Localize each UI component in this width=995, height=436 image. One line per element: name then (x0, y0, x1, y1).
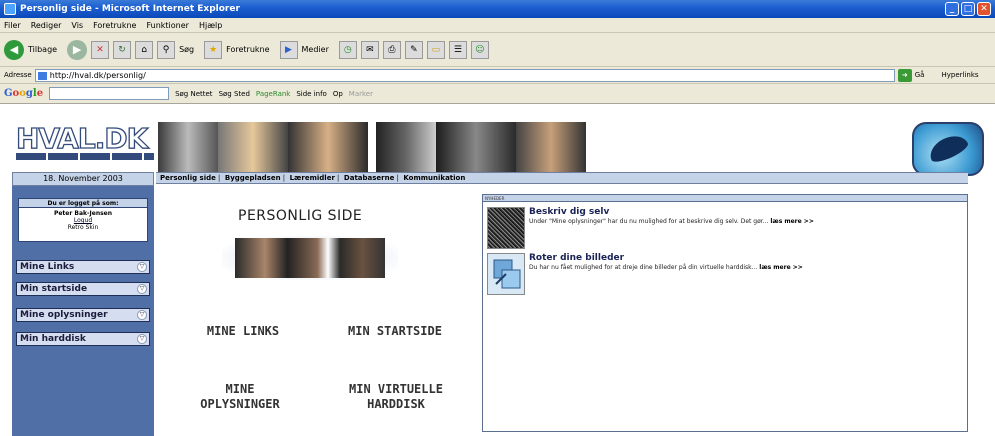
sidebar-item-label: Min startside (20, 284, 88, 294)
news-header: NYHEDER (483, 195, 967, 202)
read-more-link[interactable]: læs mere >> (770, 218, 814, 225)
go-button[interactable]: ➜ (897, 68, 912, 82)
header-photo (222, 236, 398, 280)
read-more-link[interactable]: læs mere >> (759, 264, 803, 271)
news-item: Roter dine billeder Du har nu fået mulig… (485, 253, 965, 297)
web-page: HVAL.DK 18. November 2003 Personlig side… (0, 104, 995, 436)
menu-file[interactable]: Filer (4, 18, 21, 32)
google-logo[interactable]: Google (4, 88, 43, 99)
google-toolbar: Google Søg Nettet Søg Sted PageRank Side… (0, 84, 995, 104)
current-date: 18. November 2003 (12, 172, 154, 186)
close-button[interactable]: ✕ (977, 2, 991, 16)
go-label[interactable]: Gå (915, 71, 925, 79)
back-button-label[interactable]: Tilbage (28, 45, 57, 54)
menu-favorites[interactable]: Foretrukne (93, 18, 136, 32)
favorites-star-icon[interactable]: ★ (204, 40, 223, 59)
chevron-down-icon[interactable]: ▽ (137, 334, 147, 344)
chevron-down-icon[interactable]: ▽ (137, 284, 147, 294)
standard-toolbar: ◀ Tilbage ▶ ✕ ↻ ⌂ ⚲ Søg ★ Foretrukne ▶ M… (0, 33, 995, 67)
highlight-button[interactable]: Marker (349, 90, 373, 98)
sidebar-item-min-harddisk[interactable]: Min harddisk ▽ (16, 332, 150, 346)
search-icon[interactable]: ⚲ (157, 40, 176, 59)
maximize-button[interactable]: □ (961, 2, 975, 16)
news-title[interactable]: Beskriv dig selv (529, 207, 609, 217)
logo-subtitle-strip (16, 153, 154, 160)
left-sidebar: Du er logget på som: Peter Bak-Jensen Lo… (12, 186, 154, 436)
window-title: Personlig side - Microsoft Internet Expl… (20, 4, 240, 14)
news-item: Beskriv dig selv Under "Mine oplysninger… (485, 207, 965, 251)
logout-link[interactable]: Logud (19, 217, 147, 224)
sidebar-item-label: Mine Links (20, 262, 75, 272)
discuss-icon[interactable]: ☰ (448, 40, 467, 59)
login-box: Du er logget på som: Peter Bak-Jensen Lo… (18, 198, 148, 242)
mine-links-link[interactable]: MINE LINKS (188, 324, 298, 339)
media-button-label[interactable]: Medier (302, 45, 329, 54)
min-startside-link[interactable]: MIN STARTSIDE (330, 324, 460, 339)
site-logo[interactable]: HVAL.DK (15, 121, 149, 155)
news-description: Under "Mine oplysninger" har du nu mulig… (529, 218, 814, 225)
menu-tools[interactable]: Funktioner (146, 18, 188, 32)
stop-icon[interactable]: ✕ (91, 40, 110, 59)
google-search-input[interactable] (49, 87, 170, 100)
mail-icon[interactable]: ✉ (360, 40, 379, 59)
menu-edit[interactable]: Rediger (31, 18, 62, 32)
folder-icon[interactable]: ▭ (426, 40, 445, 59)
news-title[interactable]: Roter dine billeder (529, 253, 624, 263)
chevron-down-icon[interactable]: ▽ (137, 310, 147, 320)
sidebar-item-min-startside[interactable]: Min startside ▽ (16, 282, 150, 296)
news-panel: NYHEDER Beskriv dig selv Under "Mine opl… (482, 194, 968, 432)
menu-help[interactable]: Hjælp (199, 18, 222, 32)
sidebar-item-label: Min harddisk (20, 334, 86, 344)
header-photo-strip (158, 122, 586, 172)
sidebar-item-mine-oplysninger[interactable]: Mine oplysninger ▽ (16, 308, 150, 322)
minimize-button[interactable]: _ (945, 2, 959, 16)
address-bar: Adresse http://hval.dk/personlig/ ➜ Gå H… (0, 67, 995, 84)
refresh-icon[interactable]: ↻ (113, 40, 132, 59)
pagerank-indicator[interactable]: PageRank (256, 90, 290, 98)
news-thumbnail[interactable] (487, 207, 525, 249)
up-button[interactable]: Op (333, 90, 343, 98)
address-label: Adresse (4, 71, 32, 79)
home-icon[interactable]: ⌂ (135, 40, 154, 59)
nav-byggepladsen[interactable]: Byggepladsen (225, 174, 281, 182)
top-navigation: Personlig side | Byggepladsen | Læremidler… (156, 172, 968, 184)
links-label[interactable]: Hyperlinks (941, 71, 978, 79)
login-title: Du er logget på som: (19, 199, 147, 208)
forward-arrow-icon[interactable]: ▶ (67, 39, 88, 60)
page-info-button[interactable]: Side info (296, 90, 327, 98)
favorites-button-label[interactable]: Foretrukne (226, 45, 269, 54)
chevron-down-icon[interactable]: ▽ (137, 262, 147, 272)
media-icon[interactable]: ▶ (279, 40, 298, 59)
rotate-image-icon[interactable] (487, 253, 525, 295)
search-web-button[interactable]: Søg Nettet (175, 90, 212, 98)
back-arrow-icon[interactable]: ◀ (4, 39, 24, 60)
page-title: PERSONLIG SIDE (238, 208, 363, 224)
address-input[interactable]: http://hval.dk/personlig/ (34, 68, 895, 82)
news-description: Du har nu fået mulighed for at dreje din… (529, 264, 803, 271)
whale-logo-icon[interactable] (912, 122, 984, 176)
sidebar-item-mine-links[interactable]: Mine Links ▽ (16, 260, 150, 274)
nav-laeremidler[interactable]: Læremidler (290, 174, 335, 182)
window-title-bar: Personlig side - Microsoft Internet Expl… (0, 0, 995, 18)
min-virtuelle-harddisk-link[interactable]: MIN VIRTUELLE HARDDISK (326, 382, 466, 412)
edit-icon[interactable]: ✎ (404, 40, 423, 59)
site-logo-area[interactable]: HVAL.DK (12, 104, 158, 166)
menu-bar: Filer Rediger Vis Foretrukne Funktioner … (0, 18, 995, 33)
search-site-button[interactable]: Søg Sted (219, 90, 250, 98)
mine-oplysninger-link[interactable]: MINE OPLYSNINGER (180, 382, 300, 412)
nav-kommunikation[interactable]: Kommunikation (403, 174, 465, 182)
messenger-icon[interactable]: ☺ (470, 40, 489, 59)
history-icon[interactable]: ◷ (338, 40, 357, 59)
menu-view[interactable]: Vis (71, 18, 83, 32)
skin-selector[interactable]: Retro Skin (19, 224, 147, 231)
login-username: Peter Bak-Jensen (53, 210, 113, 217)
print-icon[interactable]: ⎙ (382, 40, 401, 59)
main-content: PERSONLIG SIDE MINE LINKS MIN STARTSIDE … (158, 186, 476, 436)
nav-databaserne[interactable]: Databaserne (344, 174, 394, 182)
sidebar-item-label: Mine oplysninger (20, 310, 108, 320)
nav-personlig-side[interactable]: Personlig side (160, 174, 216, 182)
search-button-label[interactable]: Søg (179, 45, 194, 54)
internet-explorer-icon (4, 3, 16, 15)
